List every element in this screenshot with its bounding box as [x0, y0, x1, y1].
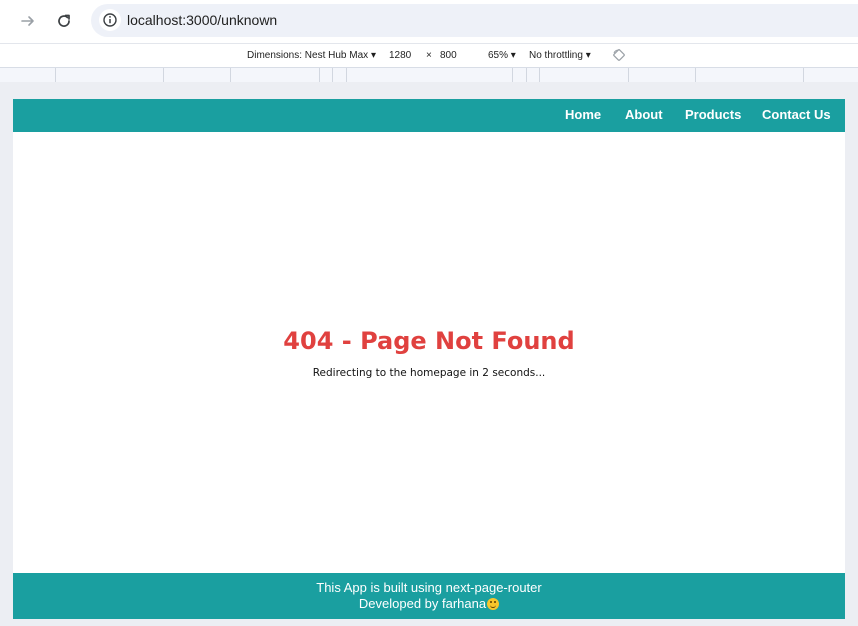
device-select-label: Dimensions: Nest Hub Max	[247, 50, 369, 61]
throttling-label: No throttling	[529, 50, 583, 61]
nav-link-home[interactable]: Home	[565, 107, 601, 122]
address-bar[interactable]: localhost:3000/unknown	[91, 4, 858, 37]
reload-button[interactable]	[52, 9, 76, 33]
forward-button[interactable]	[16, 9, 40, 33]
nav-link-contact[interactable]: Contact Us	[762, 107, 831, 122]
url-text[interactable]: localhost:3000/unknown	[127, 12, 277, 28]
device-select[interactable]: Dimensions: Nest Hub Max ▾	[247, 50, 376, 61]
rotate-icon	[613, 49, 625, 61]
app-page: Home About Products Contact Us 404 - Pag…	[13, 99, 845, 619]
chevron-down-icon: ▾	[370, 50, 376, 61]
nav-link-products[interactable]: Products	[685, 107, 741, 122]
zoom-label: 65%	[488, 50, 509, 61]
media-query-ruler	[0, 67, 858, 83]
height-input[interactable]: 800	[440, 50, 457, 61]
browser-toolbar: localhost:3000/unknown	[0, 0, 858, 43]
site-info-button[interactable]	[99, 9, 121, 31]
reload-icon	[58, 14, 70, 27]
footer-developer-text: Developed by farhana	[358, 596, 487, 611]
site-footer: This App is built using next-page-router…	[13, 573, 845, 619]
redirect-message: Redirecting to the homepage in 2 seconds…	[312, 367, 546, 379]
zoom-select[interactable]: 65% ▾	[488, 50, 516, 61]
site-navbar: Home About Products Contact Us	[13, 99, 845, 132]
info-icon	[103, 13, 117, 27]
footer-built-with: This App is built using next-page-router	[316, 580, 542, 595]
chevron-down-icon: ▾	[510, 50, 516, 61]
error-title: 404 - Page Not Found	[283, 327, 575, 355]
width-input[interactable]: 1280	[389, 50, 411, 61]
smiley-icon	[487, 598, 500, 610]
device-toolbar: Dimensions: Nest Hub Max ▾ 1280 × 800 65…	[0, 43, 858, 68]
throttling-select[interactable]: No throttling ▾	[529, 50, 591, 61]
chevron-down-icon: ▾	[585, 50, 591, 61]
footer-developer: Developed by farhana	[13, 596, 845, 611]
forward-arrow-icon	[21, 16, 34, 26]
rotate-button[interactable]	[612, 48, 626, 65]
nav-link-about[interactable]: About	[625, 107, 663, 122]
times-symbol: ×	[426, 50, 432, 61]
